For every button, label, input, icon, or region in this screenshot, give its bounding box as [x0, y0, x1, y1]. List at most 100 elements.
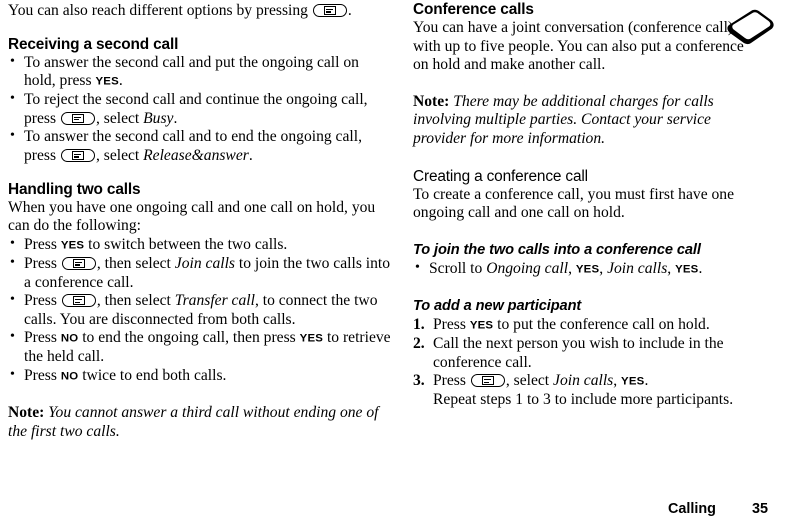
text-run: Scroll to: [429, 259, 487, 277]
text-run: ,: [568, 259, 576, 277]
heading-receiving-second-call: Receiving a second call: [8, 35, 179, 53]
receiving-second-call-list: • To answer the second call and put the o…: [8, 54, 394, 166]
menu-key-icon: [60, 149, 95, 163]
menu-item-name: Transfer call: [174, 292, 255, 310]
text-run: .: [118, 72, 123, 90]
bullet-marker: •: [10, 235, 15, 251]
left-note: Note: You cannot answer a third call wit…: [8, 404, 394, 441]
bullet-marker: •: [415, 259, 420, 275]
hardware-key-label: YES: [95, 75, 119, 88]
intro-text-before: You can also reach different options by …: [8, 2, 312, 19]
list-item: • Press NO twice to end both calls.: [8, 367, 394, 386]
add-participant-list: 1. Press YES to put the conference call o…: [413, 316, 758, 410]
menu-key-icon: [312, 4, 347, 17]
text-run: , select: [95, 147, 144, 165]
bullet-marker: •: [10, 292, 15, 308]
list-item: • Press YES to switch between the two cal…: [8, 236, 394, 255]
bullet-marker: •: [10, 254, 15, 270]
list-item: 2. Call the next person you wish to inclu…: [413, 335, 758, 372]
note-text: You cannot answer a third call without e…: [8, 404, 379, 440]
text-run: to switch between the two calls.: [84, 235, 288, 253]
bullet-marker: •: [10, 367, 15, 382]
text-run: Press: [24, 235, 61, 253]
text-run: twice to end both calls.: [78, 367, 227, 384]
hardware-key-label: YES: [299, 332, 324, 345]
hardware-key-label: YES: [621, 375, 645, 388]
list-item: • Press NO to end the ongoing call, then …: [8, 329, 394, 367]
menu-key-icon: [61, 256, 96, 270]
text-run: Press: [24, 329, 61, 347]
handling-two-calls-list: • Press YES to switch between the two cal…: [8, 236, 394, 386]
list-item: 3. Press , select Join calls, YES. Repeat …: [413, 372, 758, 410]
text-run: .: [248, 147, 253, 165]
menu-item-name: Join calls: [553, 372, 614, 390]
list-number: 2.: [413, 334, 425, 352]
right-note: Note: There may be additional charges fo…: [413, 93, 758, 149]
footer-section-title: Calling: [668, 501, 716, 517]
intro-paragraph: You can also reach different options by …: [8, 2, 394, 21]
subheading-add-participant: To add a new participant: [413, 297, 582, 314]
hardware-key-label: NO: [60, 332, 79, 345]
list-item: • To answer the second call and put the o…: [8, 54, 394, 92]
mobile-phone-icon: [727, 9, 774, 45]
intro-text-after: .: [347, 2, 352, 19]
text-run: .: [173, 109, 178, 127]
subheading-join-two-calls: To join the two calls into a conference …: [413, 241, 701, 258]
text-run: , select: [95, 109, 144, 127]
menu-key-icon: [60, 111, 95, 125]
bullet-marker: •: [10, 53, 15, 69]
text-run: Press: [433, 372, 470, 390]
note-text: There may be additional charges for call…: [413, 92, 714, 147]
text-run: , select: [505, 372, 554, 390]
list-number: 3.: [413, 372, 425, 390]
heading-creating-conference-call: Creating a conference call: [413, 167, 588, 185]
hardware-key-label: YES: [575, 263, 600, 276]
text-run: .: [644, 372, 649, 390]
text-run: Press: [24, 367, 61, 384]
bullet-marker: •: [10, 91, 15, 107]
menu-item-name: Release&answer: [143, 147, 249, 165]
list-item: • To reject the second call and continue …: [8, 91, 394, 128]
heading-conference-calls: Conference calls: [413, 1, 534, 18]
hardware-key-label: NO: [60, 370, 79, 383]
text-run: to end the ongoing call, then press: [78, 329, 300, 347]
hardware-key-label: YES: [675, 263, 699, 276]
left-column: You can also reach different options by …: [8, 0, 394, 441]
text-run: , then select: [96, 254, 175, 272]
text-run: Press: [24, 292, 61, 310]
bullet-marker: •: [10, 128, 15, 144]
text-run: ,: [667, 259, 676, 277]
text-run: ,: [613, 372, 622, 390]
hardware-key-label: YES: [469, 319, 494, 332]
text-run: .: [698, 259, 703, 277]
menu-item-name: Join calls: [607, 259, 668, 277]
note-label: Note:: [8, 404, 45, 422]
list-item: • To answer the second call and to end th…: [8, 128, 394, 165]
menu-item-name: Join calls: [174, 254, 235, 272]
list-item: • Press , then select Transfer call, to c…: [8, 292, 394, 329]
text-run: Press: [24, 254, 61, 272]
menu-key-icon: [61, 294, 96, 308]
menu-key-icon: [470, 374, 505, 388]
note-label: Note:: [413, 92, 450, 110]
text-run: Repeat steps 1 to 3 to include more part…: [433, 391, 734, 409]
text-run: Call the next person you wish to include…: [433, 334, 724, 371]
hardware-key-label: YES: [60, 239, 85, 252]
menu-item-name: Busy: [143, 109, 174, 127]
bullet-marker: •: [10, 329, 15, 345]
list-item: • Press , then select Join calls to join …: [8, 255, 394, 292]
menu-item-name: Ongoing call: [486, 259, 569, 277]
list-item: • Scroll to Ongoing call, YES, Join calls…: [413, 260, 758, 279]
footer-page-number: 35: [752, 501, 769, 517]
text-run: , then select: [96, 292, 175, 310]
text-run: ,: [599, 259, 608, 277]
text-run: Press: [433, 315, 470, 333]
right-column: Conference calls You can have a joint co…: [413, 0, 758, 410]
heading-handling-two-calls: Handling two calls: [8, 180, 141, 198]
